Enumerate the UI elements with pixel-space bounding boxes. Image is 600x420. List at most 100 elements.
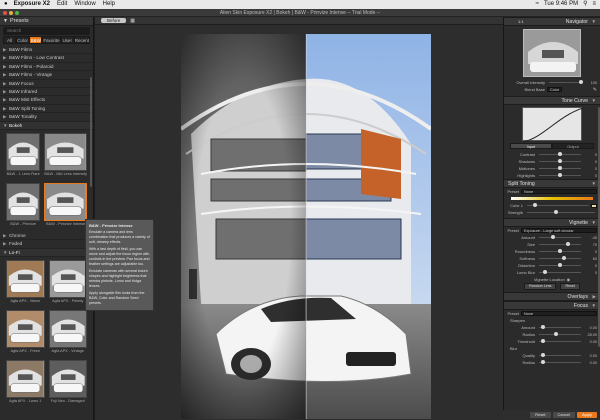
- vignette-slider-knob[interactable]: [542, 270, 547, 274]
- presets-scrollbar[interactable]: [90, 77, 92, 187]
- close-icon[interactable]: [3, 11, 7, 15]
- tab-all[interactable]: All: [3, 36, 17, 44]
- apple-icon[interactable]: ●: [4, 0, 8, 9]
- preset-category[interactable]: ▶ B&W Films: [0, 46, 93, 55]
- split-strength-slider[interactable]: [527, 210, 595, 214]
- vignette-preset-select[interactable]: Exposure - Large soft circular: [521, 228, 597, 233]
- sharpen-value[interactable]: 28.00: [583, 333, 597, 337]
- tone-curve-graph[interactable]: [522, 107, 584, 143]
- menu-edit[interactable]: Edit: [57, 0, 67, 9]
- preset-category[interactable]: ▶ B&W Films - Vintage: [0, 71, 93, 80]
- tab-color[interactable]: Color: [16, 36, 30, 44]
- preset-thumbnail[interactable]: Agfa APX - Pebbly: [48, 260, 87, 306]
- preset-category[interactable]: ▼ Lo-Fi: [0, 248, 93, 258]
- photo-canvas[interactable]: [181, 34, 431, 419]
- sharpen-value[interactable]: 0.00: [583, 326, 597, 330]
- apply-button[interactable]: Apply: [576, 412, 597, 418]
- before-button[interactable]: Before: [101, 18, 127, 23]
- focus-preset-select[interactable]: None: [521, 311, 597, 316]
- preset-category[interactable]: ▶ B&W Films - Low Contrast: [0, 54, 93, 63]
- navigator-thumbnail[interactable]: [523, 29, 581, 77]
- preset-category[interactable]: ▶ B&W Mist Effects: [0, 96, 93, 105]
- split-color-slider[interactable]: [527, 203, 589, 207]
- overall-intensity-value[interactable]: 100: [583, 81, 597, 85]
- preset-category[interactable]: ▶ B&W Tonality: [0, 113, 93, 122]
- list-icon[interactable]: ≡: [592, 0, 596, 9]
- blur-slider-knob[interactable]: [540, 360, 545, 364]
- compare-icon[interactable]: ▦: [130, 18, 135, 24]
- blur-slider[interactable]: [539, 353, 581, 357]
- tab-recent[interactable]: Recent: [73, 36, 91, 44]
- sharpen-slider-knob[interactable]: [554, 332, 559, 336]
- presets-search-input[interactable]: Search: [3, 27, 90, 35]
- vignette-slider[interactable]: [539, 263, 581, 267]
- preset-thumbnail[interactable]: B&W - Prinvize: [6, 182, 41, 229]
- vignette-slider[interactable]: [539, 270, 581, 274]
- vignette-slider[interactable]: [539, 249, 581, 253]
- presets-header[interactable]: ▼ Presets: [0, 17, 93, 26]
- menu-window[interactable]: Window: [74, 0, 95, 9]
- preset-category[interactable]: ▼ Bokeh: [0, 121, 93, 130]
- preset-category[interactable]: ▶ Faded: [0, 240, 93, 249]
- overall-intensity-slider[interactable]: [549, 80, 584, 84]
- preset-thumbnail[interactable]: Agfa APX - Lomo 1: [6, 360, 45, 406]
- overlays-header[interactable]: Overlays ▶: [504, 292, 600, 301]
- preset-thumbnail[interactable]: Agfa APX - Vintage: [48, 310, 87, 356]
- menu-app-name[interactable]: Exposure X2: [14, 0, 50, 9]
- tone-curve-slider[interactable]: [539, 159, 581, 163]
- tone-curve-header[interactable]: Tone Curve ▼: [504, 96, 600, 105]
- search-icon[interactable]: ⚲: [583, 0, 587, 9]
- navigator-zoom[interactable]: 1:1: [518, 18, 524, 26]
- reset-button[interactable]: Reset: [530, 412, 551, 418]
- preset-thumbnail[interactable]: Fuji Neo - Damaged: [48, 360, 87, 406]
- blur-slider-knob[interactable]: [540, 353, 545, 357]
- split-hue-bar[interactable]: [511, 197, 593, 200]
- menu-help[interactable]: Help: [103, 0, 115, 9]
- sharpen-slider[interactable]: [539, 332, 581, 336]
- vignette-value[interactable]: -45: [583, 236, 598, 240]
- wifi-icon[interactable]: ≈: [536, 0, 539, 9]
- tone-curve-value[interactable]: 0: [583, 174, 597, 178]
- eyedropper-icon[interactable]: ✎: [593, 87, 597, 93]
- focus-header[interactable]: Focus ▼: [504, 301, 600, 310]
- target-icon[interactable]: ◉: [567, 277, 571, 282]
- vignette-header[interactable]: Vignette ▼: [504, 218, 600, 227]
- sharpen-slider[interactable]: [539, 325, 581, 329]
- preset-category[interactable]: ▶ B&W Infrared: [0, 88, 93, 97]
- vignette-reset-button[interactable]: Reset: [560, 283, 580, 290]
- random-lens-button[interactable]: Random Lens: [524, 283, 557, 290]
- mode-output[interactable]: Output: [552, 143, 594, 149]
- tone-curve-slider[interactable]: [539, 173, 581, 177]
- blur-value[interactable]: 0.00: [583, 354, 597, 358]
- vignette-slider[interactable]: [539, 235, 581, 239]
- preset-thumbnail[interactable]: Agfa APX - Warm: [6, 260, 45, 306]
- vignette-value[interactable]: 60: [583, 257, 597, 261]
- clock[interactable]: Tue 9:46 PM: [544, 0, 578, 9]
- tone-curve-slider-knob[interactable]: [558, 159, 563, 163]
- sharpen-slider[interactable]: [539, 339, 581, 343]
- vignette-slider-knob[interactable]: [562, 256, 567, 260]
- navigator-header[interactable]: 1:1 Navigator ▼: [504, 17, 600, 26]
- vignette-value[interactable]: 70: [583, 243, 597, 247]
- mode-input[interactable]: Input: [510, 143, 552, 149]
- vignette-value[interactable]: 0: [583, 271, 597, 275]
- tone-curve-slider-knob[interactable]: [558, 166, 563, 170]
- vignette-slider[interactable]: [539, 242, 581, 246]
- tone-curve-slider-knob[interactable]: [558, 152, 563, 156]
- tone-curve-value[interactable]: 0: [583, 167, 597, 171]
- vignette-slider[interactable]: [539, 256, 581, 260]
- tone-curve-slider[interactable]: [539, 152, 581, 156]
- tone-curve-slider-knob[interactable]: [558, 173, 563, 177]
- tab-favorite[interactable]: Favorite: [42, 36, 61, 44]
- vignette-value[interactable]: 0: [583, 250, 597, 254]
- split-toning-header[interactable]: Split Toning ▼: [504, 179, 600, 188]
- preset-thumbnail[interactable]: Agfa APX - Fresh: [6, 310, 45, 356]
- vignette-slider-knob[interactable]: [558, 263, 563, 267]
- vignette-value[interactable]: 0: [583, 264, 597, 268]
- sharpen-slider-knob[interactable]: [540, 339, 545, 343]
- preset-category[interactable]: ▶ B&W Films - Polaroid: [0, 63, 93, 72]
- tab-bw[interactable]: B&W: [29, 36, 43, 44]
- blur-value[interactable]: 0.00: [583, 361, 597, 365]
- sharpen-slider-knob[interactable]: [540, 325, 545, 329]
- preset-thumbnail[interactable]: B&W - Mid Lens Intensity: [44, 132, 87, 179]
